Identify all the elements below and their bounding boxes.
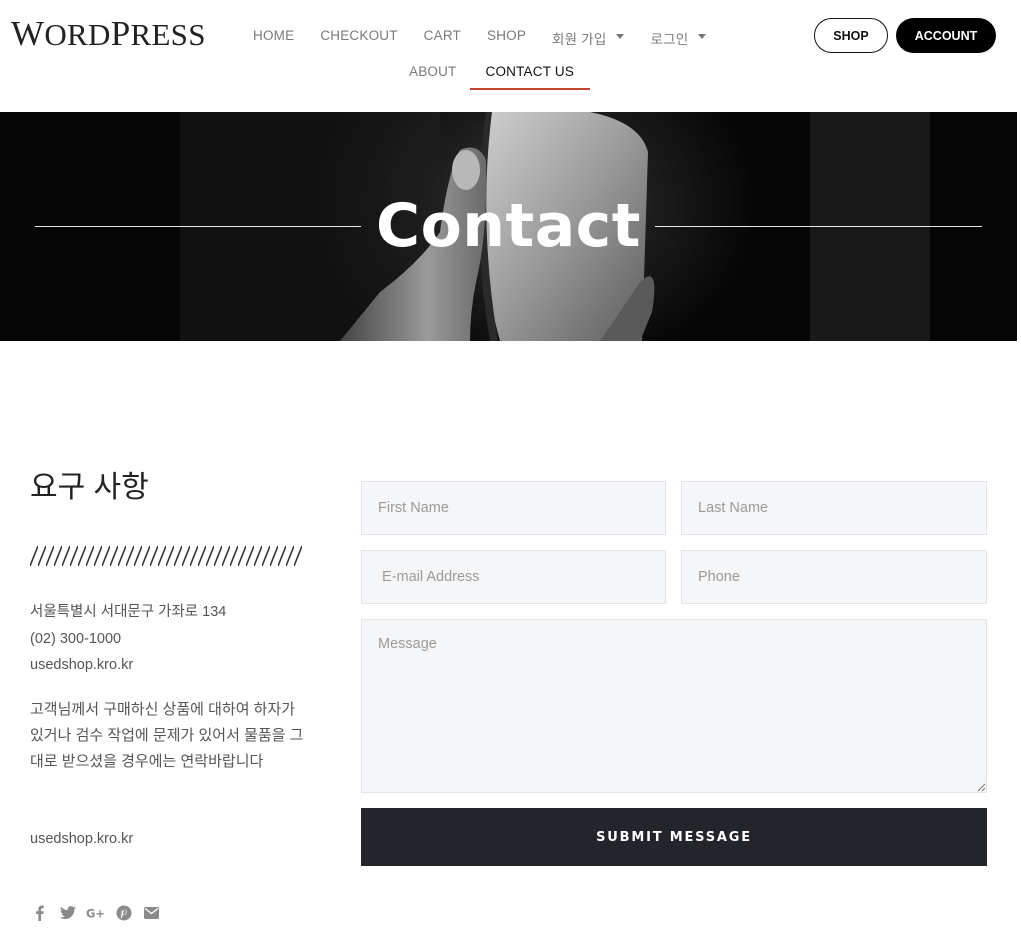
logo-text: ORD (44, 17, 111, 52)
nav-label: SHOP (486, 28, 527, 43)
site-header: WORDPRESS HOME CHECKOUT CART SHOP 회원 가입 … (0, 0, 1021, 112)
nav-label: CART (423, 28, 461, 43)
nav-item-home[interactable]: HOME (240, 22, 307, 48)
contact-website-secondary[interactable]: usedshop.kro.kr (30, 829, 133, 849)
nav-item-cart[interactable]: CART (411, 22, 474, 48)
nav-label: 로그인 (650, 32, 689, 47)
envelope-icon[interactable] (142, 903, 161, 923)
svg-text:G+: G+ (86, 907, 105, 920)
nav-label: 회원 가입 (552, 32, 607, 47)
caret-down-icon (616, 34, 625, 39)
nav-item-signup[interactable]: 회원 가입 (539, 22, 637, 48)
resize-handle-icon[interactable] (976, 782, 986, 792)
message-textarea[interactable] (361, 619, 987, 793)
contact-description: 고객님께서 구매하신 상품에 대하여 하자가 있거나 검수 작업에 문제가 있어… (30, 701, 304, 770)
email-input[interactable] (361, 550, 666, 604)
nav-label: CONTACT US (485, 64, 575, 79)
pinterest-icon[interactable] (114, 903, 133, 923)
info-heading: 요구 사항 (30, 471, 149, 504)
contact-website[interactable]: usedshop.kro.kr (30, 655, 133, 675)
main-nav: HOME CHECKOUT CART SHOP 회원 가입 로그인 (240, 22, 719, 48)
caret-down-icon (698, 34, 707, 39)
page-title: Contact (376, 191, 641, 261)
google-plus-icon[interactable]: G+ (86, 903, 105, 923)
logo-text: RESS (130, 17, 206, 52)
contact-phone[interactable]: (02) 300-1000 (30, 629, 121, 649)
nav-label: ABOUT (409, 64, 457, 79)
logo-letter: P (110, 14, 131, 53)
first-name-input[interactable] (361, 481, 666, 535)
hero-banner: Contact (0, 112, 1017, 341)
twitter-icon[interactable] (58, 903, 77, 923)
nav-label: HOME (253, 28, 295, 43)
nav-item-contact-us[interactable]: CONTACT US (469, 58, 591, 90)
main-nav-row2: ABOUT CONTACT US (396, 58, 591, 90)
last-name-input[interactable] (681, 481, 987, 535)
nav-item-login[interactable]: 로그인 (637, 22, 719, 48)
nav-label: CHECKOUT (320, 28, 398, 43)
account-button[interactable]: ACCOUNT (896, 18, 996, 53)
phone-input[interactable] (681, 550, 987, 604)
facebook-icon[interactable] (30, 903, 49, 923)
logo-letter: W (11, 14, 45, 53)
shop-button[interactable]: SHOP (814, 18, 888, 53)
nav-item-about[interactable]: ABOUT (396, 58, 470, 84)
nav-item-checkout[interactable]: CHECKOUT (307, 22, 410, 48)
submit-message-button[interactable]: SUBMIT MESSAGE (361, 808, 987, 866)
nav-item-shop[interactable]: SHOP (474, 22, 539, 48)
site-logo[interactable]: WORDPRESS (11, 14, 206, 55)
contact-address: 서울특별시 서대문구 가좌로 134 (30, 604, 227, 620)
striped-divider (30, 546, 302, 566)
social-links: G+ (30, 903, 161, 923)
